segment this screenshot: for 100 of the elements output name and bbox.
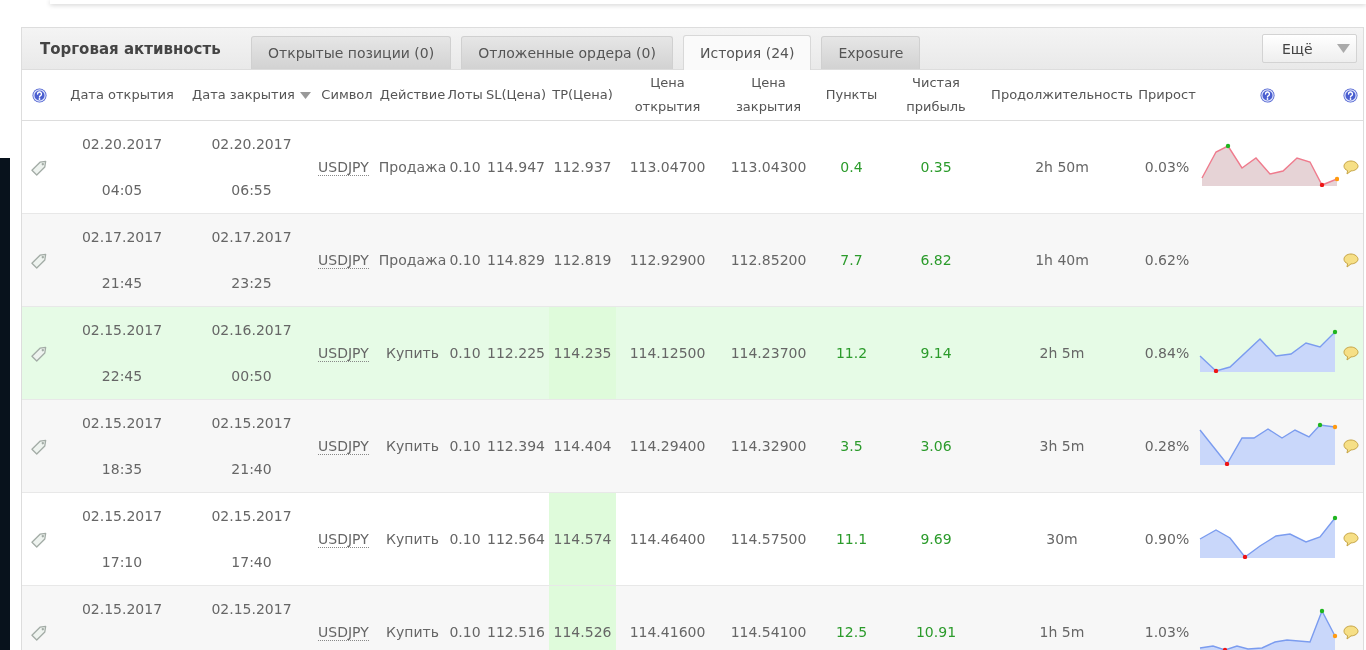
- column-header[interactable]: Действие: [379, 83, 446, 108]
- stop-loss-value: 112.564: [487, 531, 545, 547]
- symbol-link[interactable]: USDJPY: [318, 531, 369, 548]
- stop-loss-value: 114.829: [487, 252, 545, 268]
- sort-caret-icon[interactable]: [299, 91, 311, 99]
- tab[interactable]: История (24): [682, 35, 812, 70]
- close-time: 17:40: [230, 553, 273, 572]
- pips-value: 12.5: [835, 624, 868, 640]
- stop-loss-value: 112.225: [487, 345, 545, 361]
- lots-value: 0.10: [449, 531, 481, 547]
- net-profit: 6.82: [920, 252, 952, 268]
- open-price: 114.29400: [629, 438, 706, 454]
- column-header[interactable]: Чистая прибыль: [885, 71, 987, 119]
- comment-icon[interactable]: [1342, 532, 1359, 548]
- pips-value: 11.2: [835, 345, 868, 361]
- column-header[interactable]: Дата закрытия: [192, 83, 295, 108]
- net-profit: 9.14: [920, 345, 952, 361]
- open-time: 22:45: [100, 367, 144, 386]
- close-time: 21:40: [230, 460, 273, 479]
- open-date: 02.15.2017: [80, 600, 164, 619]
- lots-value: 0.10: [449, 252, 481, 268]
- open-time: 21:45: [100, 274, 144, 293]
- close-price: 114.23700: [730, 345, 807, 361]
- symbol-link[interactable]: USDJPY: [318, 345, 369, 362]
- tab[interactable]: Exposure: [821, 36, 921, 69]
- column-header[interactable]: Цена закрытия: [719, 71, 818, 119]
- stop-loss-value: 112.516: [487, 624, 545, 640]
- column-header[interactable]: SL(Цена): [485, 83, 547, 108]
- duration-value: 2h 50m: [1035, 159, 1089, 175]
- comment-icon[interactable]: [1342, 253, 1359, 269]
- close-date: 02.16.2017: [210, 321, 293, 340]
- column-header[interactable]: Пункты: [825, 83, 878, 108]
- pips-value: 0.4: [840, 159, 863, 175]
- open-time: 17:10: [100, 553, 144, 572]
- help-icon[interactable]: [1260, 88, 1275, 103]
- gain-value: 0.62%: [1144, 252, 1190, 268]
- symbol-link[interactable]: USDJPY: [318, 624, 369, 641]
- open-price: 112.92900: [629, 252, 706, 268]
- lots-value: 0.10: [449, 438, 481, 454]
- column-header[interactable]: Продолжительность: [991, 83, 1133, 108]
- close-price: 113.04300: [730, 159, 807, 175]
- take-profit-value: 112.819: [553, 252, 612, 268]
- open-price: 114.46400: [629, 531, 706, 547]
- gain-value: 0.90%: [1144, 531, 1190, 547]
- open-date: 02.20.2017: [80, 135, 164, 154]
- open-price: 114.41600: [629, 624, 706, 640]
- comment-icon[interactable]: [1342, 439, 1359, 455]
- duration-value: 3h 5m: [1039, 438, 1085, 454]
- symbol-link[interactable]: USDJPY: [318, 159, 369, 176]
- close-time: 06:55: [230, 181, 273, 200]
- action-label: Купить: [386, 624, 439, 640]
- column-header[interactable]: Прирост: [1138, 83, 1196, 108]
- close-price: 114.32900: [730, 438, 807, 454]
- lots-value: 0.10: [449, 159, 481, 175]
- stop-loss-value: 112.394: [487, 438, 545, 454]
- symbol-link[interactable]: USDJPY: [318, 438, 369, 455]
- take-profit-value: 114.404: [553, 438, 612, 454]
- symbol-link[interactable]: USDJPY: [318, 252, 369, 269]
- open-date: 02.17.2017: [80, 228, 164, 247]
- close-price: 114.57500: [730, 531, 807, 547]
- comment-icon[interactable]: [1342, 625, 1359, 641]
- open-date: 02.15.2017: [80, 321, 164, 340]
- comment-icon[interactable]: [1342, 160, 1359, 176]
- duration-value: 30m: [1046, 531, 1078, 547]
- duration-value: 1h 40m: [1035, 252, 1089, 268]
- open-date: 02.15.2017: [80, 414, 164, 433]
- column-header[interactable]: Лоты: [447, 83, 483, 108]
- column-header[interactable]: Дата открытия: [70, 83, 174, 108]
- stop-loss-value: 114.947: [487, 159, 545, 175]
- pips-value: 7.7: [840, 252, 863, 268]
- net-profit: 3.06: [920, 438, 952, 454]
- help-icon[interactable]: [1343, 88, 1358, 103]
- take-profit-value: 114.574: [553, 531, 612, 547]
- gain-value: 0.84%: [1144, 345, 1190, 361]
- column-header[interactable]: Символ: [321, 83, 373, 108]
- net-profit: 9.69: [920, 531, 952, 547]
- open-price: 113.04700: [629, 159, 706, 175]
- more-dropdown[interactable]: Ещё: [1262, 34, 1357, 63]
- pips-value: 3.5: [840, 438, 863, 454]
- open-price: 114.12500: [629, 345, 706, 361]
- column-header[interactable]: Цена открытия: [616, 71, 719, 119]
- help-icon[interactable]: [32, 88, 47, 103]
- duration-value: 2h 5m: [1039, 345, 1085, 361]
- net-profit: 10.91: [915, 624, 957, 640]
- open-time: 04:05: [100, 181, 144, 200]
- duration-value: 1h 5m: [1039, 624, 1085, 640]
- close-date: 02.17.2017: [210, 228, 293, 247]
- column-header[interactable]: TP(Цена): [552, 83, 613, 108]
- close-date: 02.15.2017: [210, 414, 293, 433]
- panel-title: Торговая активность: [39, 39, 222, 58]
- pips-value: 11.1: [835, 531, 868, 547]
- open-date: 02.15.2017: [80, 507, 164, 526]
- close-date: 02.20.2017: [210, 135, 293, 154]
- take-profit-value: 114.235: [553, 345, 612, 361]
- lots-value: 0.10: [449, 624, 481, 640]
- close-time: 23:25: [230, 274, 273, 293]
- comment-icon[interactable]: [1342, 346, 1359, 362]
- lots-value: 0.10: [449, 345, 481, 361]
- tab[interactable]: Открытые позиции (0): [251, 36, 452, 69]
- tab[interactable]: Отложенные ордера (0): [461, 36, 673, 69]
